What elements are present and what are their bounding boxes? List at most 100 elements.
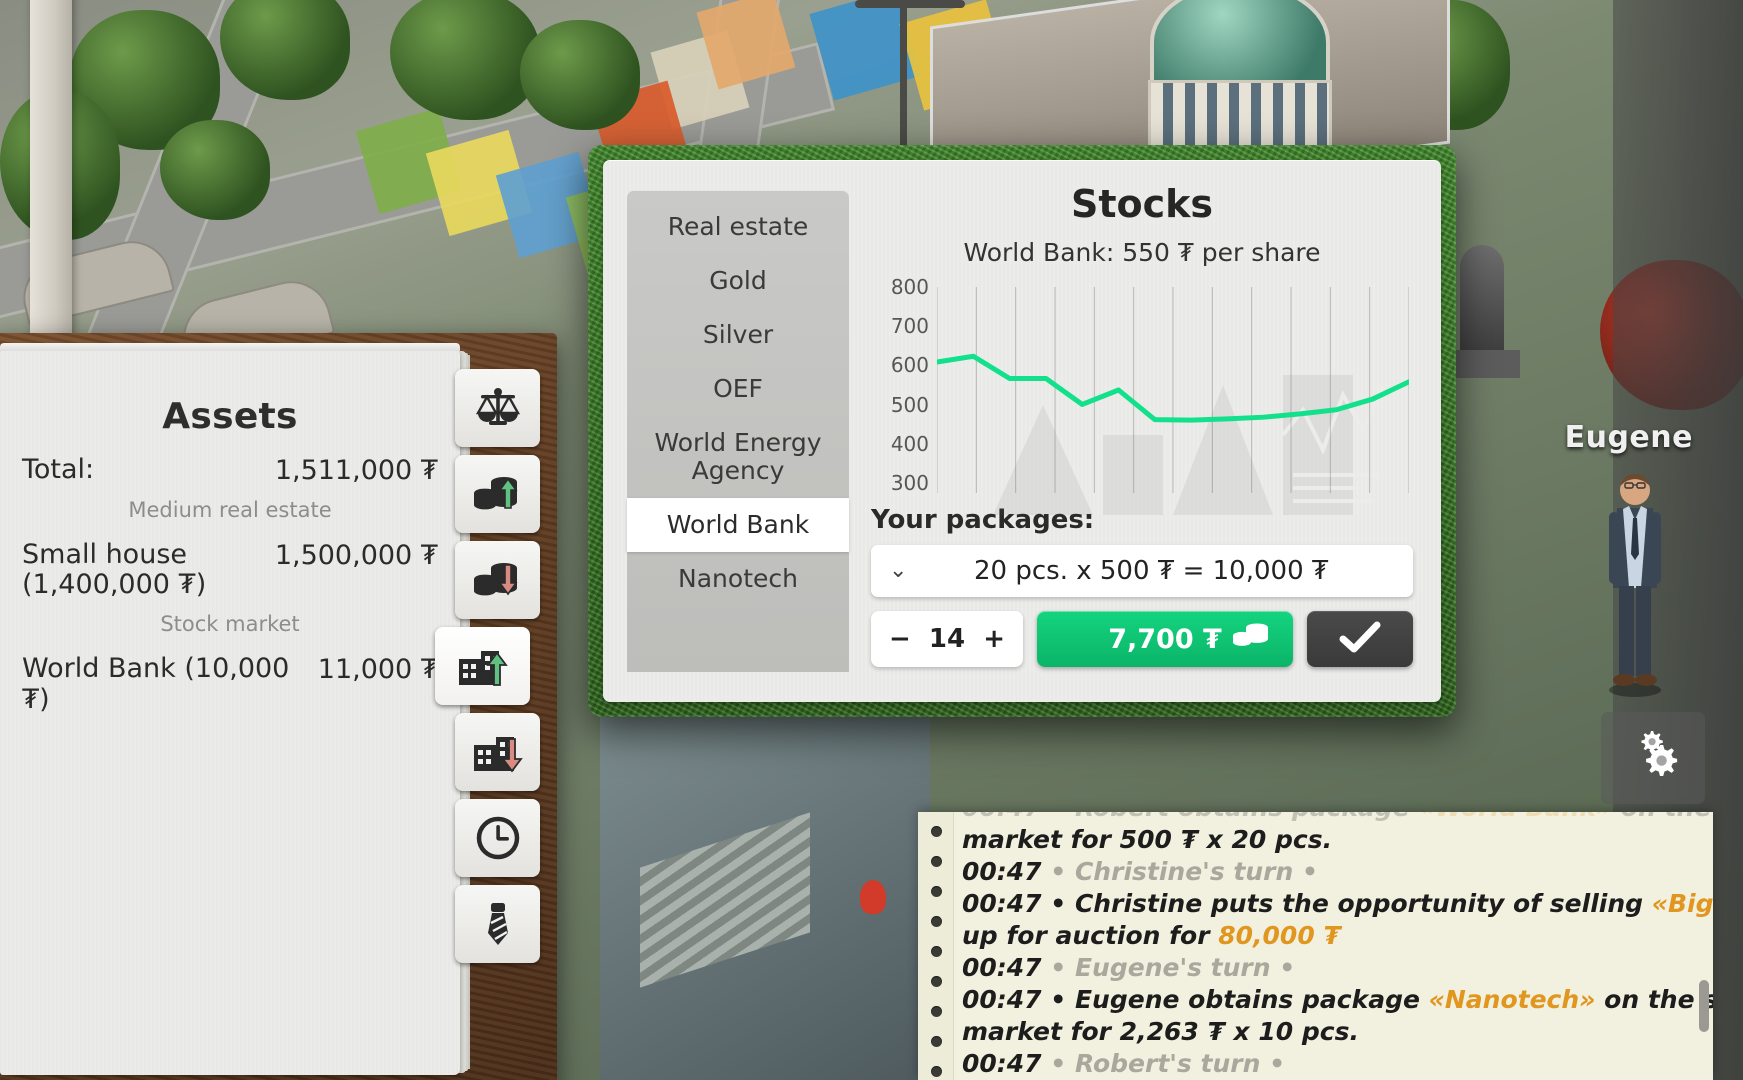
- event-log-segment: up for auction for: [962, 921, 1219, 950]
- event-log-segment: 00:47 • Eugene obtains package: [962, 985, 1429, 1014]
- assets-total-value: 1,511,000 ₮: [274, 455, 438, 486]
- asset-item-row[interactable]: World Bank (10,000 ₮) 11,000 ₮: [0, 654, 460, 715]
- event-log-line: 00:47 • Robert obtains package «World Ba…: [962, 812, 1713, 822]
- event-log-rail-hole: [931, 1066, 942, 1077]
- event-log-rail-hole: [931, 886, 942, 897]
- asset-item-name: Small house: [22, 539, 187, 570]
- assets-section-header: Stock market: [160, 612, 300, 637]
- event-log-line: 00:47 • Eugene's turn •: [962, 954, 1699, 982]
- buy-button-price: 7,700 ₮: [1108, 623, 1222, 655]
- asset-item-row[interactable]: Small house (1,400,000 ₮) 1,500,000 ₮: [0, 539, 460, 601]
- event-log-segment: 00:47: [962, 1049, 1051, 1078]
- stocks-main-area: Stocks World Bank: 550 ₮ per share 800 7…: [849, 160, 1441, 702]
- player-name-label: Eugene: [1564, 420, 1693, 455]
- assets-total-label: Total:: [22, 454, 95, 485]
- event-log-segment: 00:47: [962, 857, 1051, 886]
- tab-buy-property[interactable]: [435, 627, 530, 705]
- gear-icon: [1622, 727, 1684, 789]
- event-log-segment: on the stock: [1604, 985, 1713, 1014]
- stocks-category-list: Real estate Gold Silver OEF World Energy…: [627, 190, 849, 672]
- event-log-line: 00:47 • Eugene obtains package «Nanotech…: [962, 985, 1713, 1014]
- event-log-rail-hole: [931, 946, 942, 957]
- event-log-scrollbar[interactable]: [1699, 980, 1709, 1032]
- chart-svg: [937, 287, 1409, 493]
- event-log-rail: [918, 812, 954, 1080]
- stock-nav-item-nanotech[interactable]: Nanotech: [627, 552, 849, 606]
- event-log-segment: market for 500 ₮ x 20 pcs.: [962, 825, 1333, 854]
- event-log-line: 00:47 • Robert's turn •: [962, 1050, 1699, 1078]
- stocks-price-subtitle: World Bank: 550 ₮ per share: [963, 238, 1321, 267]
- event-log-rail-hole: [931, 826, 942, 837]
- y-axis-tick: 800: [890, 275, 929, 299]
- tab-balance[interactable]: [455, 369, 540, 447]
- stock-nav-item-gold[interactable]: Gold: [627, 254, 849, 308]
- event-log-segment: market for 2,263 ₮ x 10 pcs.: [962, 1017, 1359, 1046]
- background-pillar: [30, 0, 72, 340]
- event-log-line: up for auction for 80,000 ₮: [962, 922, 1699, 950]
- asset-item-cost: (1,400,000 ₮): [22, 569, 207, 601]
- assets-total-row: Total: 1,511,000 ₮: [0, 454, 460, 486]
- checkmark-icon: [1338, 620, 1382, 658]
- event-log-line: 00:47 • Christine's turn •: [962, 858, 1699, 886]
- tab-sell-property[interactable]: [455, 713, 540, 791]
- stock-nav-item-real-estate[interactable]: Real estate: [627, 200, 849, 254]
- stocks-dialog: Real estate Gold Silver OEF World Energy…: [588, 145, 1456, 717]
- stepper-decrement-button[interactable]: −: [889, 624, 911, 654]
- player-avatar: [1609, 474, 1661, 697]
- background-statue: [1460, 245, 1504, 355]
- chart-plot-area: [937, 287, 1409, 493]
- tab-buy-stocks[interactable]: [455, 455, 540, 533]
- tab-history[interactable]: [455, 799, 540, 877]
- chevron-down-icon: ⌄: [889, 558, 908, 583]
- stocks-title: Stocks: [1070, 182, 1214, 226]
- event-log-rail-hole: [931, 1006, 942, 1017]
- y-axis-tick: 500: [890, 392, 929, 417]
- event-log-segment: • Christine's turn •: [1050, 857, 1318, 886]
- event-log-rail-hole: [931, 976, 942, 987]
- stock-nav-item-oef[interactable]: OEF: [627, 362, 849, 416]
- stepper-increment-button[interactable]: +: [983, 624, 1005, 654]
- necktie-icon: [481, 901, 515, 947]
- tab-sell-stocks[interactable]: [455, 541, 540, 619]
- event-log-segment: 80,000 ₮: [1218, 921, 1341, 950]
- tab-profile[interactable]: [455, 885, 540, 963]
- event-log-lines: 00:47 • Robert obtains package «World Ba…: [962, 812, 1713, 1080]
- background-tree: [520, 20, 640, 130]
- event-log-segment: on the stock: [1612, 812, 1713, 822]
- event-log-segment: • Eugene's turn •: [1050, 953, 1296, 982]
- stock-nav-item-world-bank[interactable]: World Bank: [627, 498, 849, 552]
- quantity-stepper[interactable]: − 14 +: [871, 611, 1023, 667]
- buy-button[interactable]: 7,700 ₮: [1037, 611, 1293, 667]
- stock-nav-item-world-energy-agency[interactable]: World Energy Agency: [627, 416, 849, 498]
- event-log-segment: «Nanotech»: [1428, 985, 1596, 1014]
- confirm-button[interactable]: [1307, 611, 1413, 667]
- event-log-line: market for 500 ₮ x 20 pcs.: [962, 826, 1699, 854]
- asset-item-value: 1,500,000 ₮: [274, 540, 438, 571]
- settings-button[interactable]: [1601, 712, 1705, 804]
- stocks-action-row: − 14 + 7,700 ₮: [871, 611, 1413, 667]
- event-log-panel: 00:47 • Robert obtains package «World Ba…: [918, 812, 1713, 1080]
- assets-panel: Assets Total: 1,511,000 ₮ Medium real es…: [0, 333, 557, 1080]
- event-log-segment: • Robert's turn •: [1050, 1049, 1286, 1078]
- event-log-line: 00:47 • Christine puts the opportunity o…: [962, 889, 1713, 918]
- coins-up-icon: [472, 473, 524, 515]
- coins-stack-icon: [1231, 621, 1271, 658]
- asset-item-label: Small house (1,400,000 ₮): [22, 539, 207, 601]
- stock-nav-item-silver[interactable]: Silver: [627, 308, 849, 362]
- stock-price-chart: 800 700 600 500 400 300: [871, 275, 1413, 515]
- y-axis-tick: 600: [890, 353, 929, 378]
- coins-down-icon: [472, 559, 524, 601]
- background-statue-base: [1445, 350, 1520, 378]
- building-up-icon: [456, 645, 510, 687]
- event-log-rail-hole: [931, 916, 942, 927]
- assets-section-header: Medium real estate: [128, 498, 332, 522]
- event-log-segment: 00:47 • Christine puts the opportunity o…: [962, 889, 1652, 918]
- package-select[interactable]: ⌄ 20 pcs. x 500 ₮ = 10,000 ₮: [871, 545, 1413, 597]
- event-log-line: market for 2,263 ₮ x 10 pcs.: [962, 1018, 1699, 1046]
- background-tree: [390, 0, 540, 120]
- assets-tab-rail: [435, 369, 547, 971]
- assets-page: Assets Total: 1,511,000 ₮ Medium real es…: [0, 343, 460, 1075]
- background-tree: [160, 120, 270, 220]
- stocks-dialog-body: Real estate Gold Silver OEF World Energy…: [603, 160, 1441, 702]
- event-log-segment: 00:47 • Robert obtains package: [962, 812, 1418, 822]
